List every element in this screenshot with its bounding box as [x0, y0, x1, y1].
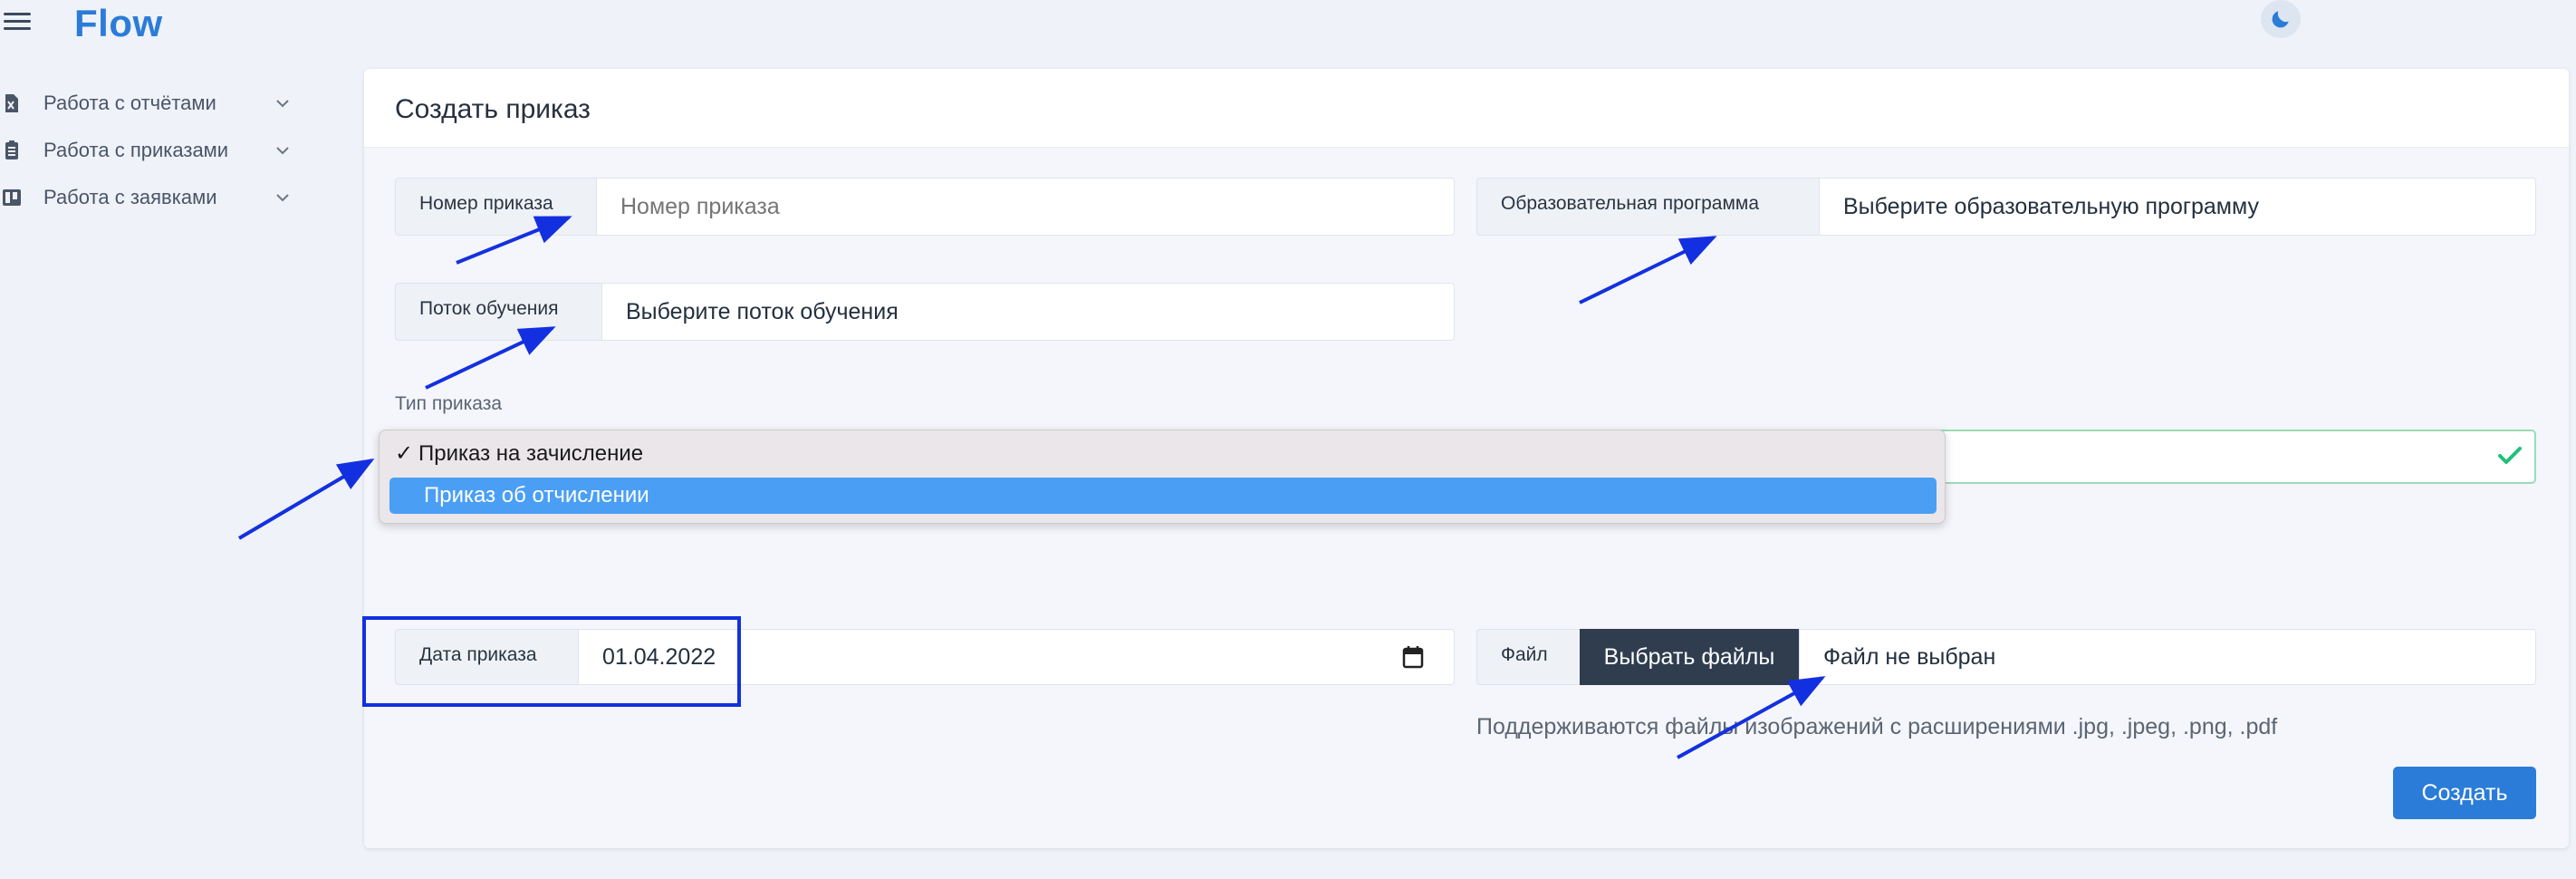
calendar-icon[interactable] — [1402, 645, 1424, 669]
option-label: Приказ об отчислении — [424, 483, 649, 507]
file-status-text: Файл не выбран — [1823, 643, 1996, 670]
stream-select[interactable]: Выберите поток обучения — [601, 283, 1455, 341]
choose-files-button[interactable]: Выбрать файлы — [1580, 629, 1799, 685]
program-select[interactable]: Выберите образовательную программу — [1819, 178, 2536, 236]
checkmark-icon: ✓ — [395, 441, 414, 466]
chevron-down-icon — [276, 100, 289, 108]
program-label: Образовательная программа — [1476, 178, 1819, 236]
option-label: Приказ на зачисление — [418, 440, 644, 466]
page-title: Создать приказ — [395, 94, 591, 124]
sidebar-item-label: Работа с приказами — [43, 139, 229, 161]
sidebar-item-label: Работа с отчётами — [43, 92, 216, 114]
file-status[interactable]: Файл не выбран — [1799, 629, 2536, 685]
create-button[interactable]: Создать — [2393, 767, 2536, 819]
stream-label: Поток обучения — [395, 283, 601, 341]
chevron-down-icon — [276, 194, 289, 202]
kanban-board-icon — [2, 187, 22, 208]
dropdown-option-enrollment[interactable]: ✓ Приказ на зачисление — [395, 440, 643, 467]
app-logo[interactable]: Flow — [74, 0, 163, 47]
sidebar-item-requests[interactable]: Работа с заявками — [0, 176, 308, 219]
file-hint: Поддерживаются файлы изображений с расши… — [1476, 714, 2278, 739]
annotation-arrow — [237, 458, 375, 540]
order-number-label: Номер приказа — [395, 178, 596, 236]
annotation-highlight-box — [362, 616, 741, 707]
file-label: Файл — [1476, 629, 1580, 685]
chevron-down-icon — [276, 147, 289, 155]
theme-toggle-button[interactable] — [2261, 0, 2301, 38]
program-select-value: Выберите образовательную программу — [1843, 193, 2259, 219]
excel-file-icon — [2, 92, 22, 114]
dropdown-option-expulsion[interactable]: Приказ об отчислении — [389, 478, 1937, 514]
hamburger-icon[interactable] — [4, 13, 31, 31]
sidebar-item-reports[interactable]: Работа с отчётами — [0, 82, 308, 125]
order-type-label: Тип приказа — [395, 393, 503, 414]
sidebar-item-orders[interactable]: Работа с приказами — [0, 129, 308, 172]
document-list-icon — [2, 140, 22, 161]
order-number-input[interactable] — [596, 178, 1455, 236]
sidebar-item-label: Работа с заявками — [43, 186, 217, 208]
valid-check-icon — [2498, 447, 2522, 464]
card-header — [364, 69, 2569, 148]
moon-icon — [2272, 11, 2289, 28]
stream-select-value: Выберите поток обучения — [626, 298, 899, 324]
